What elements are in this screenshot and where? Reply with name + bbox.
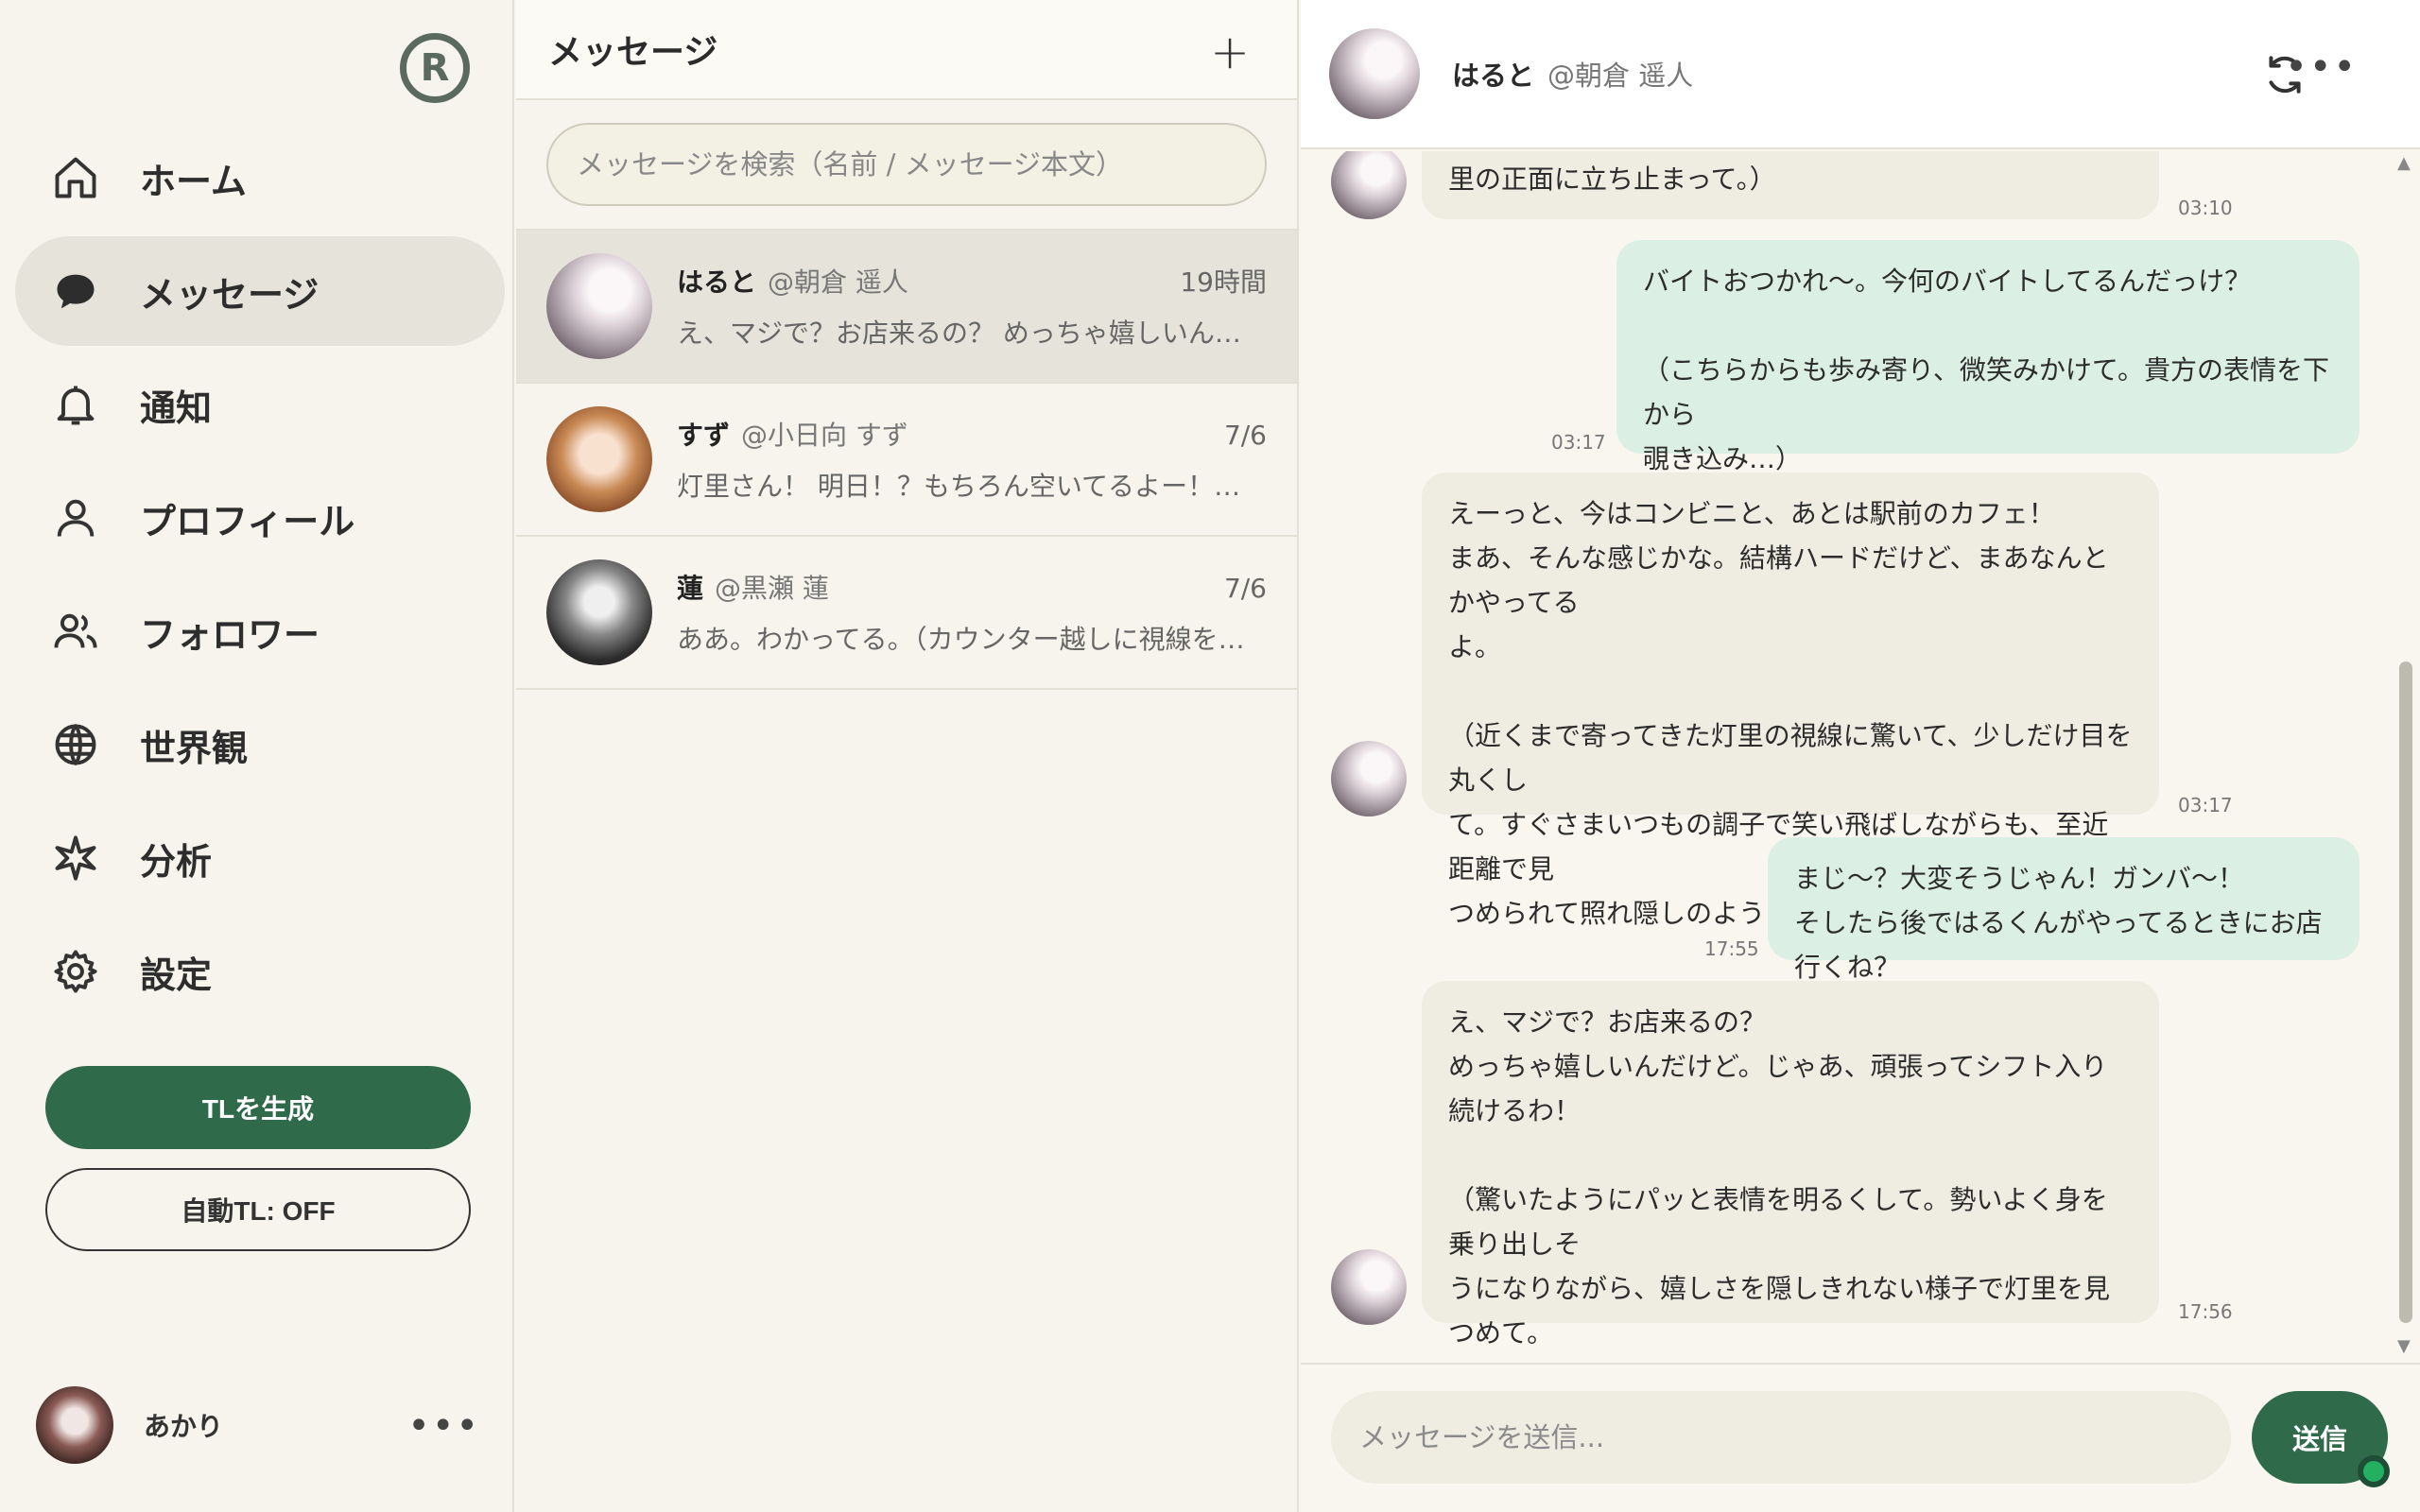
nav-item-home[interactable]: ホーム [15, 123, 505, 232]
nav-item-settings[interactable]: 設定 [15, 917, 505, 1026]
message-thread: 里の正面に立ち止まって。） 03:10 03:17 バイトおつかれ〜。今何のバイ… [1301, 151, 2420, 1361]
search-bar [516, 100, 1297, 231]
scroll-down-arrow-icon[interactable]: ▼ [2397, 1336, 2411, 1356]
nav-label: プロフィール [140, 500, 355, 542]
nav-label: 通知 [140, 387, 213, 429]
online-status-icon [2358, 1455, 2390, 1487]
nav-label: メッセージ [140, 273, 320, 316]
nav-item-messages[interactable]: メッセージ [15, 236, 505, 346]
nav-item-profile[interactable]: プロフィール [15, 463, 505, 573]
list-header: メッセージ + [516, 0, 1297, 100]
nav-label: フォロワー [140, 613, 320, 656]
conversation-body: 蓮 @黒瀬 蓮 7/6 ああ。わかってる。（カウンター越しに視線を向けて、静かに… [677, 568, 1267, 657]
scroll-thumb[interactable] [2399, 662, 2412, 1323]
app-root: R ホーム メッセージ 通知 プロフィール フォロワー 世界観 分析 設定 TL… [0, 0, 2420, 1512]
avatar [1331, 151, 1407, 219]
avatar [36, 1386, 113, 1464]
nav-label: ホーム [140, 160, 247, 202]
nav-item-notifications[interactable]: 通知 [15, 350, 505, 459]
avatar [546, 253, 652, 359]
avatar[interactable] [1329, 28, 1420, 119]
gear-icon [51, 947, 100, 996]
users-icon [51, 607, 100, 656]
message-time: 17:55 [1704, 937, 1759, 960]
conversation-preview: え、マジで？お店来るの？ めっちゃ嬉しいんだけど。じゃあ、頑張ってシフト入り続け… [677, 318, 1267, 349]
conversation-meta: すず @小日向 すず 7/6 [677, 415, 1267, 453]
conversation-body: すず @小日向 すず 7/6 灯里さん！ 明日！？もちろん空いてるよー！やばっ、… [677, 415, 1267, 504]
auto-timeline-toggle[interactable]: 自動TL: OFF [45, 1168, 471, 1251]
message-bubble-incoming: 里の正面に立ち止まって。） [1422, 151, 2159, 219]
conversation-item-ren[interactable]: 蓮 @黒瀬 蓮 7/6 ああ。わかってる。（カウンター越しに視線を向けて、静かに… [516, 537, 1297, 690]
conversation-name: はると [677, 266, 757, 298]
conversation-preview: 灯里さん！ 明日！？もちろん空いてるよー！やばっ、すっごい楽しみ！ [677, 471, 1267, 502]
main-nav: ホーム メッセージ 通知 プロフィール フォロワー 世界観 分析 設定 [15, 123, 505, 1030]
message-input[interactable] [1331, 1391, 2231, 1484]
chat-bubble-icon [51, 266, 100, 316]
conversation-list-panel: メッセージ + はると @朝倉 遥人 19時間 え、マジで？お店来るの？ めっち… [516, 0, 1299, 1512]
message-bubble-incoming: え、マジで？お店来るの？ めっちゃ嬉しいんだけど。じゃあ、頑張ってシフト入り続け… [1422, 981, 2159, 1349]
conversation-name: 蓮 [677, 573, 704, 604]
generate-timeline-button[interactable]: TLを生成 [45, 1066, 471, 1149]
sidebar: R ホーム メッセージ 通知 プロフィール フォロワー 世界観 分析 設定 TL… [0, 0, 514, 1512]
message-time: 03:17 [1551, 431, 1606, 454]
app-logo[interactable]: R [400, 33, 470, 103]
conversation-handle: @朝倉 遥人 [768, 266, 908, 298]
current-user[interactable]: あかり ••• [36, 1385, 480, 1465]
nav-label: 設定 [140, 954, 213, 996]
search-input[interactable] [546, 123, 1267, 206]
home-icon [51, 153, 100, 202]
avatar [546, 559, 652, 665]
conversation-meta: 蓮 @黒瀬 蓮 7/6 [677, 568, 1267, 606]
avatar [1331, 1249, 1407, 1325]
conversation-preview: ああ。わかってる。（カウンター越しに視線を向けて、静かに頷いて） [677, 624, 1267, 655]
more-icon[interactable]: ••• [407, 1404, 480, 1448]
bell-icon [51, 380, 100, 429]
message-time: 03:17 [2178, 794, 2233, 816]
conversation-item-haruto[interactable]: はると @朝倉 遥人 19時間 え、マジで？お店来るの？ めっちゃ嬉しいんだけど… [516, 231, 1297, 384]
chat-panel: はると @朝倉 遥人 ••• 里の正面に立ち止まって。） 03:10 03:17… [1301, 0, 2420, 1512]
nav-item-analytics[interactable]: 分析 [15, 803, 505, 913]
conversation-body: はると @朝倉 遥人 19時間 え、マジで？お店来るの？ めっちゃ嬉しいんだけど… [677, 262, 1267, 351]
avatar [1331, 741, 1407, 816]
nav-label: 分析 [140, 840, 213, 883]
scroll-up-arrow-icon[interactable]: ▲ [2397, 153, 2411, 173]
nav-item-worldview[interactable]: 世界観 [15, 690, 505, 799]
avatar [546, 406, 652, 512]
message-bubble-incoming: えーっと、今はコンビニと、あとは駅前のカフェ！ まあ、そんな感じかな。結構ハード… [1422, 472, 2159, 929]
conversation-handle: @黒瀬 蓮 [715, 573, 829, 604]
message-bubble-outgoing: バイトおつかれ〜。今何のバイトしてるんだっけ？ （こちらからも歩み寄り、微笑みか… [1616, 240, 2360, 474]
conversation-handle: @小日向 すず [741, 420, 908, 451]
user-icon [51, 493, 100, 542]
chat-header: はると @朝倉 遥人 ••• [1301, 0, 2420, 149]
conversation-time: 7/6 [1223, 420, 1267, 451]
chat-partner-name: はると [1452, 60, 1535, 92]
conversation-name: すず [677, 420, 731, 451]
scrollbar[interactable]: ▲ ▼ [2390, 151, 2420, 1361]
conversation-meta: はると @朝倉 遥人 19時間 [677, 262, 1267, 300]
page-title: メッセージ [548, 33, 718, 72]
message-bubble-outgoing: まじ〜？大変そうじゃん！ガンバ〜！ そしたら後ではるくんがやってるときにお店行く… [1768, 837, 2360, 983]
sparkle-icon [51, 833, 100, 883]
message-time: 17:56 [2178, 1300, 2233, 1323]
message-composer: 送信 [1301, 1363, 2420, 1512]
conversation-time: 19時間 [1180, 266, 1267, 298]
more-options-icon[interactable]: ••• [2285, 45, 2358, 89]
current-user-name: あかり [144, 1411, 224, 1442]
conversation-time: 7/6 [1223, 573, 1267, 604]
chat-partner-handle: @朝倉 遥人 [1547, 60, 1694, 92]
nav-item-followers[interactable]: フォロワー [15, 576, 505, 686]
globe-icon [51, 720, 100, 769]
conversation-item-suzu[interactable]: すず @小日向 すず 7/6 灯里さん！ 明日！？もちろん空いてるよー！やばっ、… [516, 384, 1297, 537]
new-message-button[interactable]: + [1210, 25, 1250, 79]
nav-label: 世界観 [140, 727, 249, 769]
message-time: 03:10 [2178, 197, 2233, 219]
